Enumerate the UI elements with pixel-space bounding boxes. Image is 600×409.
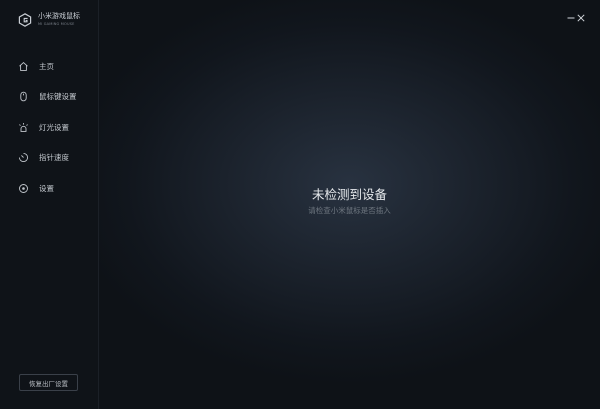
sidebar-item-pointer-speed[interactable]: 指针速度 bbox=[0, 148, 99, 168]
sidebar-item-mouse-buttons[interactable]: 鼠标键设置 bbox=[0, 87, 99, 107]
sidebar-item-label: 设置 bbox=[39, 183, 54, 193]
home-icon bbox=[19, 61, 28, 71]
close-icon bbox=[577, 14, 585, 22]
sidebar-item-settings[interactable]: 设置 bbox=[0, 178, 99, 198]
sidebar-item-label: 主页 bbox=[39, 61, 54, 71]
brand: 小米游戏鼠标 MI GAMING MOUSE bbox=[18, 13, 80, 27]
sidebar-item-lighting[interactable]: 灯光设置 bbox=[0, 117, 99, 137]
app-window: 小米游戏鼠标 MI GAMING MOUSE 主页 鼠标键设置 灯光设置 指针速… bbox=[0, 0, 600, 409]
status-hint: 请检查小米鼠标是否插入 bbox=[308, 206, 391, 215]
sidebar-nav: 主页 鼠标键设置 灯光设置 指针速度 设置 bbox=[0, 56, 99, 209]
sidebar-item-label: 指针速度 bbox=[39, 153, 69, 162]
no-device-message: 未检测到设备 请检查小米鼠标是否插入 bbox=[99, 188, 600, 216]
close-button[interactable] bbox=[575, 12, 587, 24]
factory-reset-button[interactable]: 恢复出厂设置 bbox=[19, 374, 78, 391]
sidebar: 小米游戏鼠标 MI GAMING MOUSE 主页 鼠标键设置 灯光设置 指针速… bbox=[0, 0, 99, 409]
mi-logo-icon bbox=[18, 13, 32, 27]
settings-icon bbox=[19, 183, 28, 193]
sidebar-item-label: 鼠标键设置 bbox=[39, 92, 77, 101]
brand-subtitle: MI GAMING MOUSE bbox=[38, 22, 75, 27]
brand-text: 小米游戏鼠标 MI GAMING MOUSE bbox=[38, 13, 80, 27]
speed-gauge-icon bbox=[18, 152, 29, 163]
brand-title: 小米游戏鼠标 bbox=[38, 12, 80, 21]
sidebar-item-home[interactable]: 主页 bbox=[0, 56, 99, 76]
light-icon bbox=[19, 122, 28, 132]
main-panel: 未检测到设备 请检查小米鼠标是否插入 bbox=[99, 0, 600, 409]
sidebar-item-label: 灯光设置 bbox=[39, 122, 69, 132]
mouse-icon bbox=[20, 91, 27, 102]
status-title: 未检测到设备 bbox=[311, 187, 387, 202]
